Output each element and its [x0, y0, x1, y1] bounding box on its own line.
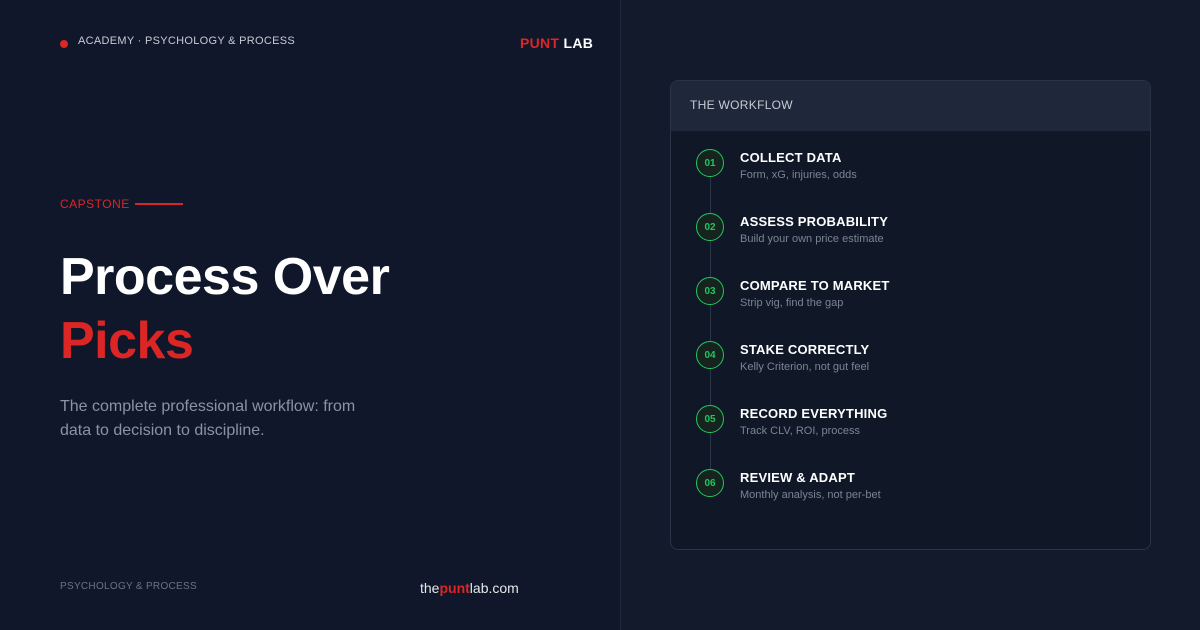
- step-number-badge: 02: [696, 213, 724, 241]
- breadcrumb: ACADEMY · PSYCHOLOGY & PROCESS: [78, 35, 296, 47]
- page-title-line1: Process Over: [60, 248, 390, 306]
- step-description: Build your own price estimate: [740, 233, 884, 245]
- page-title-line2: Picks: [60, 312, 194, 370]
- step-number-badge: 05: [696, 405, 724, 433]
- step-description: Kelly Criterion, not gut feel: [740, 361, 870, 373]
- step-title: ASSESS PROBABILITY: [740, 214, 889, 229]
- workflow-card-title: THE WORKFLOW: [671, 81, 1150, 131]
- eyebrow-label: CAPSTONE: [60, 197, 130, 211]
- brand-logo-part1: PUNT: [520, 35, 560, 51]
- brand-logo: PUNT LAB: [520, 35, 593, 51]
- step-description: Strip vig, find the gap: [740, 297, 844, 309]
- left-panel: ACADEMY · PSYCHOLOGY & PROCESS PUNT LAB …: [0, 0, 620, 630]
- workflow-steps: 01 COLLECT DATA Form, xG, injuries, odds…: [671, 131, 1150, 549]
- step-title: COMPARE TO MARKET: [740, 278, 890, 293]
- workflow-step: 05 RECORD EVERYTHING Track CLV, ROI, pro…: [696, 405, 1136, 445]
- step-number-badge: 03: [696, 277, 724, 305]
- step-title: STAKE CORRECTLY: [740, 342, 870, 357]
- footer-category: PSYCHOLOGY & PROCESS: [60, 581, 197, 592]
- step-description: Form, xG, injuries, odds: [740, 169, 857, 181]
- workflow-step: 06 REVIEW & ADAPT Monthly analysis, not …: [696, 469, 1136, 509]
- live-dot-icon: [60, 40, 68, 48]
- step-title: REVIEW & ADAPT: [740, 470, 855, 485]
- site-domain-link[interactable]: thepuntlab.com: [420, 580, 519, 596]
- domain-brand: punt: [439, 580, 470, 596]
- step-number-badge: 06: [696, 469, 724, 497]
- step-description: Track CLV, ROI, process: [740, 425, 861, 437]
- workflow-step: 01 COLLECT DATA Form, xG, injuries, odds: [696, 149, 1136, 189]
- step-title: RECORD EVERYTHING: [740, 406, 888, 421]
- step-number-badge: 01: [696, 149, 724, 177]
- workflow-card: THE WORKFLOW 01 COLLECT DATA Form, xG, i…: [670, 80, 1151, 550]
- brand-logo-part2: LAB: [563, 35, 594, 51]
- lede-text: The complete professional workflow: from…: [60, 398, 356, 439]
- step-number-badge: 04: [696, 341, 724, 369]
- workflow-step: 02 ASSESS PROBABILITY Build your own pri…: [696, 213, 1136, 253]
- eyebrow-rule: [135, 203, 183, 205]
- domain-suffix: lab.com: [469, 580, 519, 596]
- workflow-step: 04 STAKE CORRECTLY Kelly Criterion, not …: [696, 341, 1136, 381]
- step-description: Monthly analysis, not per-bet: [740, 489, 881, 501]
- workflow-step: 03 COMPARE TO MARKET Strip vig, find the…: [696, 277, 1136, 317]
- step-title: COLLECT DATA: [740, 150, 842, 165]
- domain-prefix: the: [420, 580, 440, 596]
